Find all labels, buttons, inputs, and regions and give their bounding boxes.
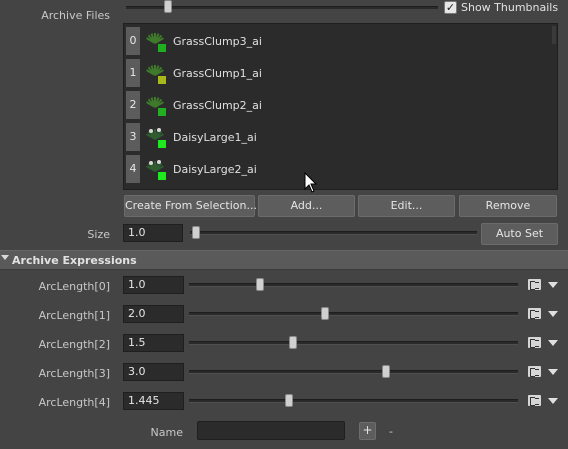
arc-length-field[interactable]: 1.445 bbox=[123, 392, 184, 410]
expression-editor-icon[interactable] bbox=[528, 337, 541, 348]
remove-button[interactable]: Remove bbox=[459, 195, 557, 217]
plant-thumbnail-icon bbox=[146, 128, 166, 148]
dropdown-arrow-icon[interactable] bbox=[548, 369, 558, 375]
remove-expression-button[interactable]: - bbox=[389, 425, 393, 438]
archive-item-index: 1 bbox=[126, 59, 140, 87]
plant-thumbnail-icon bbox=[146, 160, 166, 180]
archive-list-item[interactable]: 1 GrassClump1_ai bbox=[124, 58, 544, 90]
plant-thumbnail-icon bbox=[146, 97, 166, 116]
arc-length-label: ArcLength[1] bbox=[38, 309, 110, 322]
size-label: Size bbox=[87, 228, 110, 241]
mouse-cursor-icon bbox=[304, 172, 318, 193]
arc-length-slider[interactable] bbox=[189, 341, 518, 345]
arc-length-field[interactable]: 1.5 bbox=[123, 334, 184, 352]
expression-editor-icon[interactable] bbox=[528, 308, 541, 319]
size-slider-handle[interactable] bbox=[192, 226, 200, 239]
dropdown-arrow-icon[interactable] bbox=[548, 282, 558, 288]
add-button[interactable]: Add... bbox=[258, 195, 355, 217]
dropdown-arrow-icon[interactable] bbox=[548, 340, 558, 346]
arc-length-slider[interactable] bbox=[189, 370, 518, 374]
arc-length-field[interactable]: 2.0 bbox=[123, 305, 184, 323]
arc-length-slider[interactable] bbox=[189, 283, 518, 287]
archive-list-item[interactable]: 3 DaisyLarge1_ai bbox=[124, 122, 544, 154]
archive-item-name: GrassClump1_ai bbox=[173, 67, 262, 80]
show-thumbnails-label: Show Thumbnails bbox=[461, 1, 559, 14]
edit-button[interactable]: Edit... bbox=[358, 195, 455, 217]
archive-expressions-title: Archive Expressions bbox=[12, 254, 137, 267]
show-thumbnails-checkbox[interactable]: ✓ bbox=[444, 1, 457, 14]
list-scrollbar[interactable] bbox=[552, 26, 556, 186]
archive-item-index: 3 bbox=[126, 123, 140, 151]
arc-length-label: ArcLength[2] bbox=[38, 338, 110, 351]
add-expression-button[interactable]: + bbox=[359, 422, 376, 440]
archive-files-label: Archive Files bbox=[41, 9, 110, 22]
archive-item-index: 0 bbox=[126, 27, 140, 55]
arc-length-field[interactable]: 3.0 bbox=[123, 363, 184, 381]
archive-item-index: 4 bbox=[126, 155, 140, 183]
expression-editor-icon[interactable] bbox=[528, 395, 541, 406]
arc-length-slider[interactable] bbox=[189, 312, 518, 316]
archive-list-item[interactable]: 4 DaisyLarge2_ai bbox=[124, 154, 544, 186]
archive-item-name: GrassClump2_ai bbox=[173, 99, 262, 112]
arc-length-slider-handle[interactable] bbox=[381, 365, 390, 378]
expression-editor-icon[interactable] bbox=[528, 279, 541, 290]
arc-length-slider-handle[interactable] bbox=[288, 336, 297, 349]
size-slider[interactable] bbox=[190, 231, 477, 235]
collapse-arrow-icon[interactable] bbox=[1, 255, 9, 260]
dropdown-arrow-icon[interactable] bbox=[548, 311, 558, 317]
plant-thumbnail-icon bbox=[146, 33, 166, 52]
archive-list-item[interactable]: 0 GrassClump3_ai bbox=[124, 26, 544, 58]
arc-length-label: ArcLength[0] bbox=[38, 280, 110, 293]
checkbox-check-icon: ✓ bbox=[445, 1, 456, 14]
archive-item-name: DaisyLarge2_ai bbox=[173, 163, 257, 176]
name-label: Name bbox=[150, 426, 183, 439]
arc-length-slider-handle[interactable] bbox=[320, 307, 329, 320]
archive-item-index: 2 bbox=[126, 91, 140, 119]
arc-length-label: ArcLength[3] bbox=[38, 367, 110, 380]
plant-thumbnail-icon bbox=[146, 65, 166, 84]
auto-set-button[interactable]: Auto Set bbox=[481, 223, 558, 245]
arc-length-slider-handle[interactable] bbox=[256, 278, 265, 291]
archive-item-name: GrassClump3_ai bbox=[173, 35, 262, 48]
archive-expressions-header[interactable]: Archive Expressions bbox=[0, 250, 568, 270]
size-field[interactable]: 1.0 bbox=[123, 224, 183, 242]
create-from-selection-button[interactable]: Create From Selection... bbox=[124, 195, 257, 217]
dropdown-arrow-icon[interactable] bbox=[548, 398, 558, 404]
arc-length-slider-handle[interactable] bbox=[285, 394, 294, 407]
arc-length-field[interactable]: 1.0 bbox=[123, 276, 184, 294]
arc-length-label: ArcLength[4] bbox=[38, 396, 110, 409]
name-field[interactable] bbox=[197, 421, 345, 440]
archive-file-list[interactable]: 0 GrassClump3_ai 1 GrassClump1_ai 2 GrassClum… bbox=[123, 23, 558, 190]
thumbnail-size-slider-handle[interactable] bbox=[164, 0, 172, 13]
expression-editor-icon[interactable] bbox=[528, 366, 541, 377]
archive-item-name: DaisyLarge1_ai bbox=[173, 131, 257, 144]
thumbnail-size-slider[interactable] bbox=[126, 6, 438, 9]
arc-length-slider[interactable] bbox=[189, 399, 518, 403]
archive-list-item[interactable]: 2 GrassClump2_ai bbox=[124, 90, 544, 122]
